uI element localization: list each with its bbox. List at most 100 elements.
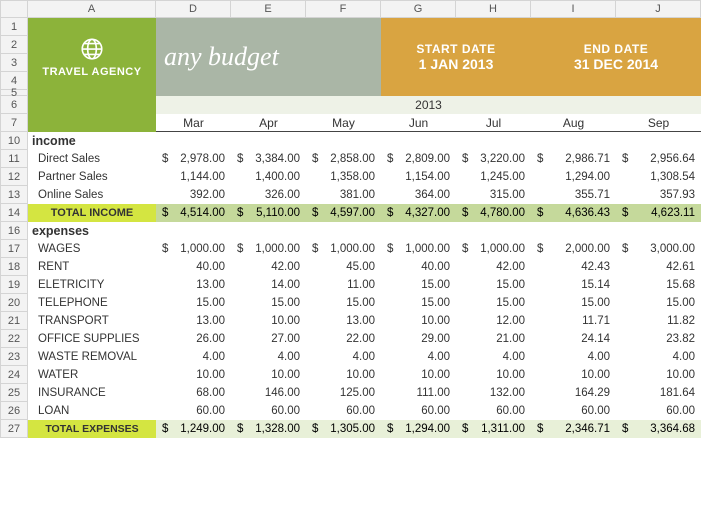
data-cell[interactable]: 24.14	[531, 330, 616, 348]
data-cell[interactable]: 15.00	[381, 276, 456, 294]
row-label[interactable]: ELETRICITY	[28, 276, 156, 294]
empty-cell[interactable]	[616, 132, 701, 150]
empty-cell[interactable]	[381, 132, 456, 150]
data-cell[interactable]: 125.00	[306, 384, 381, 402]
data-cell[interactable]: 1,400.00	[231, 168, 306, 186]
data-cell[interactable]: $3,220.00	[456, 150, 531, 168]
row-header[interactable]: 6	[0, 96, 28, 114]
row-header[interactable]: 16	[0, 222, 28, 240]
month-header[interactable]: Sep	[616, 114, 701, 132]
data-cell[interactable]: 164.29	[531, 384, 616, 402]
total-cell[interactable]: $2,346.71	[531, 420, 616, 438]
col-header[interactable]: H	[456, 0, 531, 18]
data-cell[interactable]: 60.00	[456, 402, 531, 420]
data-cell[interactable]: 15.00	[381, 294, 456, 312]
data-cell[interactable]: 15.00	[231, 294, 306, 312]
data-cell[interactable]: 11.82	[616, 312, 701, 330]
row-label[interactable]: INSURANCE	[28, 384, 156, 402]
data-cell[interactable]: $3,384.00	[231, 150, 306, 168]
data-cell[interactable]: 68.00	[156, 384, 231, 402]
row-label[interactable]: Online Sales	[28, 186, 156, 204]
row-header[interactable]: 3	[0, 54, 28, 72]
data-cell[interactable]: 40.00	[381, 258, 456, 276]
data-cell[interactable]: 60.00	[531, 402, 616, 420]
row-label[interactable]: TELEPHONE	[28, 294, 156, 312]
row-label[interactable]: TRANSPORT	[28, 312, 156, 330]
data-cell[interactable]: 22.00	[306, 330, 381, 348]
total-cell[interactable]: $4,780.00	[456, 204, 531, 222]
data-cell[interactable]: 4.00	[531, 348, 616, 366]
data-cell[interactable]: 11.00	[306, 276, 381, 294]
col-header[interactable]: E	[231, 0, 306, 18]
data-cell[interactable]: 10.00	[531, 366, 616, 384]
data-cell[interactable]: $2,000.00	[531, 240, 616, 258]
row-label[interactable]: LOAN	[28, 402, 156, 420]
row-header[interactable]: 22	[0, 330, 28, 348]
row-header[interactable]: 7	[0, 114, 28, 132]
data-cell[interactable]: 42.00	[456, 258, 531, 276]
row-header[interactable]: 10	[0, 132, 28, 150]
data-cell[interactable]: 10.00	[616, 366, 701, 384]
month-header[interactable]: Jul	[456, 114, 531, 132]
data-cell[interactable]: 42.61	[616, 258, 701, 276]
total-cell[interactable]: $4,514.00	[156, 204, 231, 222]
data-cell[interactable]: $1,000.00	[381, 240, 456, 258]
row-header[interactable]: 27	[0, 420, 28, 438]
total-expenses-label[interactable]: TOTAL EXPENSES	[28, 420, 156, 438]
data-cell[interactable]: 4.00	[231, 348, 306, 366]
total-cell[interactable]: $4,327.00	[381, 204, 456, 222]
data-cell[interactable]: 10.00	[231, 366, 306, 384]
data-cell[interactable]: $1,000.00	[231, 240, 306, 258]
row-header[interactable]: 24	[0, 366, 28, 384]
row-header[interactable]: 20	[0, 294, 28, 312]
data-cell[interactable]: $2,858.00	[306, 150, 381, 168]
data-cell[interactable]: 181.64	[616, 384, 701, 402]
data-cell[interactable]: 146.00	[231, 384, 306, 402]
data-cell[interactable]: 4.00	[456, 348, 531, 366]
data-cell[interactable]: $2,809.00	[381, 150, 456, 168]
total-cell[interactable]: $3,364.68	[616, 420, 701, 438]
data-cell[interactable]: 40.00	[156, 258, 231, 276]
data-cell[interactable]: 10.00	[381, 366, 456, 384]
month-header[interactable]: Apr	[231, 114, 306, 132]
empty-cell[interactable]	[456, 222, 531, 240]
total-income-label[interactable]: TOTAL INCOME	[28, 204, 156, 222]
total-cell[interactable]: $4,623.11	[616, 204, 701, 222]
empty-cell[interactable]	[306, 222, 381, 240]
empty-cell[interactable]	[531, 222, 616, 240]
month-header[interactable]: May	[306, 114, 381, 132]
data-cell[interactable]: 10.00	[381, 312, 456, 330]
data-cell[interactable]: 15.00	[306, 294, 381, 312]
row-header[interactable]: 26	[0, 402, 28, 420]
month-header[interactable]: Aug	[531, 114, 616, 132]
row-header[interactable]: 13	[0, 186, 28, 204]
data-cell[interactable]: 27.00	[231, 330, 306, 348]
data-cell[interactable]: 15.00	[456, 276, 531, 294]
data-cell[interactable]: 13.00	[156, 312, 231, 330]
data-cell[interactable]: 111.00	[381, 384, 456, 402]
data-cell[interactable]: 1,144.00	[156, 168, 231, 186]
data-cell[interactable]: 15.00	[616, 294, 701, 312]
data-cell[interactable]: 12.00	[456, 312, 531, 330]
data-cell[interactable]: 10.00	[231, 312, 306, 330]
row-header[interactable]: 17	[0, 240, 28, 258]
total-cell[interactable]: $1,249.00	[156, 420, 231, 438]
data-cell[interactable]: 10.00	[306, 366, 381, 384]
data-cell[interactable]: 15.00	[531, 294, 616, 312]
data-cell[interactable]: 42.43	[531, 258, 616, 276]
data-cell[interactable]: $3,000.00	[616, 240, 701, 258]
data-cell[interactable]: 392.00	[156, 186, 231, 204]
data-cell[interactable]: 23.82	[616, 330, 701, 348]
row-label[interactable]: Direct Sales	[28, 150, 156, 168]
empty-cell[interactable]	[156, 132, 231, 150]
empty-cell[interactable]	[306, 132, 381, 150]
month-header[interactable]: Mar	[156, 114, 231, 132]
data-cell[interactable]: 10.00	[456, 366, 531, 384]
data-cell[interactable]: $2,986.71	[531, 150, 616, 168]
data-cell[interactable]: $1,000.00	[156, 240, 231, 258]
total-cell[interactable]: $4,597.00	[306, 204, 381, 222]
row-label[interactable]: OFFICE SUPPLIES	[28, 330, 156, 348]
data-cell[interactable]: 26.00	[156, 330, 231, 348]
row-header[interactable]: 18	[0, 258, 28, 276]
total-cell[interactable]: $1,311.00	[456, 420, 531, 438]
